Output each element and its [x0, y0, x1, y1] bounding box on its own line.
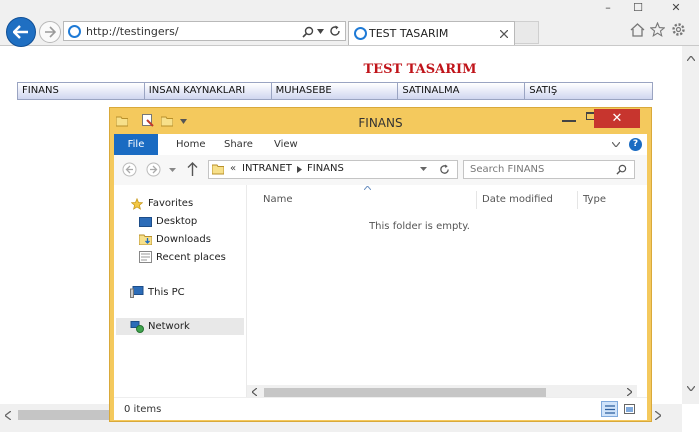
details-view-icon [605, 405, 615, 414]
dropdown-arrow-icon[interactable] [317, 29, 324, 34]
nav-downloads[interactable]: Downloads [156, 234, 211, 245]
ie-tab-icon [354, 27, 367, 40]
recent-locations-icon[interactable] [169, 168, 176, 172]
recent-places-icon [139, 251, 152, 263]
refresh-icon[interactable] [329, 25, 341, 37]
help-icon[interactable]: ? [629, 138, 642, 151]
sort-ascending-icon [364, 186, 371, 190]
ribbon-expand-icon[interactable] [612, 142, 620, 147]
status-bar: 0 items [114, 397, 647, 420]
menu-item-insan-kaynaklari[interactable]: INSAN KAYNAKLARI [145, 83, 272, 99]
explorer-content: Favorites Desktop Downloads Recent place… [114, 185, 647, 416]
close-tab-icon[interactable] [500, 30, 508, 38]
explorer-back-icon[interactable] [122, 162, 137, 177]
breadcrumb-finans[interactable]: FINANS [307, 163, 344, 174]
explorer-close-button[interactable]: ✕ [594, 109, 640, 128]
address-text: http://testingers/ [86, 25, 179, 38]
scroll-right-icon[interactable] [655, 411, 661, 420]
window-close-button[interactable]: ✕ [665, 0, 687, 16]
scroll-up-icon[interactable] [687, 56, 695, 61]
tab-file[interactable]: File [114, 134, 158, 155]
column-divider[interactable] [577, 191, 578, 209]
minimize-button[interactable]: – [597, 0, 619, 16]
top-menu: FINANS INSAN KAYNAKLARI MUHASEBE SATINAL… [17, 82, 653, 100]
up-arrow-icon[interactable] [187, 162, 198, 176]
forward-button[interactable] [39, 21, 61, 43]
favorites-star-icon[interactable] [650, 22, 665, 37]
page-title: TEST TASARIM [363, 62, 477, 77]
scroll-left-icon[interactable] [5, 411, 11, 420]
new-tab-button[interactable] [515, 21, 539, 44]
explorer-forward-icon[interactable] [146, 162, 161, 177]
file-scroll-right-icon[interactable] [627, 388, 632, 396]
nav-desktop[interactable]: Desktop [156, 216, 197, 227]
details-view-button[interactable] [601, 401, 618, 417]
column-header-name[interactable]: Name [263, 194, 293, 205]
explorer-minimize-button[interactable] [562, 112, 576, 122]
browser-toolbar: – ☐ ✕ http://testingers/ TEST TASARIM [0, 0, 699, 47]
explorer-title-bar[interactable]: FINANS ✕ [110, 108, 651, 136]
gear-icon[interactable] [671, 22, 686, 37]
tab-share[interactable]: Share [224, 134, 253, 155]
large-icons-view-button[interactable] [621, 401, 638, 417]
home-icon[interactable] [630, 23, 645, 37]
search-placeholder: Search FINANS [470, 164, 545, 175]
arrow-right-icon [45, 26, 56, 38]
favorites-icon [131, 198, 143, 210]
search-icon[interactable] [302, 26, 314, 38]
tab-view[interactable]: View [274, 134, 298, 155]
maximize-button[interactable]: ☐ [627, 0, 649, 16]
file-scroll-left-icon[interactable] [252, 388, 257, 396]
column-header-type[interactable]: Type [583, 194, 606, 205]
nav-favorites[interactable]: Favorites [148, 198, 193, 209]
navigation-pane: Favorites Desktop Downloads Recent place… [114, 185, 247, 400]
menu-item-finans[interactable]: FINANS [18, 83, 145, 99]
menu-item-muhasebe[interactable]: MUHASEBE [272, 83, 399, 99]
breadcrumb-separator-icon [297, 166, 302, 173]
tab-home[interactable]: Home [176, 134, 206, 155]
explorer-navigation-row: « INTRANET FINANS Search FINANS [114, 155, 647, 186]
scroll-down-icon[interactable] [687, 386, 695, 391]
nav-this-pc[interactable]: This PC [148, 287, 185, 298]
item-count: 0 items [124, 404, 162, 415]
explorer-refresh-icon[interactable] [439, 164, 450, 175]
address-path[interactable]: « INTRANET FINANS [208, 160, 458, 179]
browser-tab[interactable]: TEST TASARIM [348, 21, 515, 45]
large-icons-view-icon [624, 404, 635, 414]
tab-title: TEST TASARIM [369, 27, 449, 40]
path-folder-icon [212, 164, 224, 175]
breadcrumb-intranet[interactable]: INTRANET [242, 163, 292, 174]
downloads-icon [139, 234, 152, 245]
explorer-search-icon[interactable] [616, 164, 627, 175]
file-list: Name Date modified Type This folder is e… [247, 185, 647, 400]
explorer-search-input[interactable]: Search FINANS [463, 160, 635, 179]
column-divider[interactable] [476, 191, 477, 209]
empty-folder-message: This folder is empty. [369, 221, 470, 232]
column-header-date-modified[interactable]: Date modified [482, 194, 553, 205]
nav-recent-places[interactable]: Recent places [156, 252, 226, 263]
breadcrumb-overflow[interactable]: « [230, 163, 236, 174]
arrow-left-icon [13, 25, 28, 39]
ie-page-icon [68, 25, 81, 38]
menu-item-satis[interactable]: SATIŞ [525, 83, 652, 99]
path-dropdown-icon[interactable] [420, 167, 427, 171]
file-list-scroll-thumb[interactable] [264, 388, 546, 397]
this-pc-icon [130, 286, 144, 298]
nav-network-row[interactable]: Network [116, 318, 244, 335]
explorer-window: FINANS ✕ File Home Share View ? « INTRAN… [109, 107, 652, 422]
back-button[interactable] [6, 17, 36, 47]
page-vertical-scrollbar[interactable] [682, 46, 699, 404]
nav-network[interactable]: Network [148, 321, 190, 332]
ribbon-tabs: File Home Share View ? [114, 134, 647, 155]
address-bar[interactable]: http://testingers/ [63, 21, 346, 41]
network-icon [130, 321, 144, 333]
menu-item-satinalma[interactable]: SATINALMA [398, 83, 526, 99]
desktop-icon [139, 217, 152, 227]
